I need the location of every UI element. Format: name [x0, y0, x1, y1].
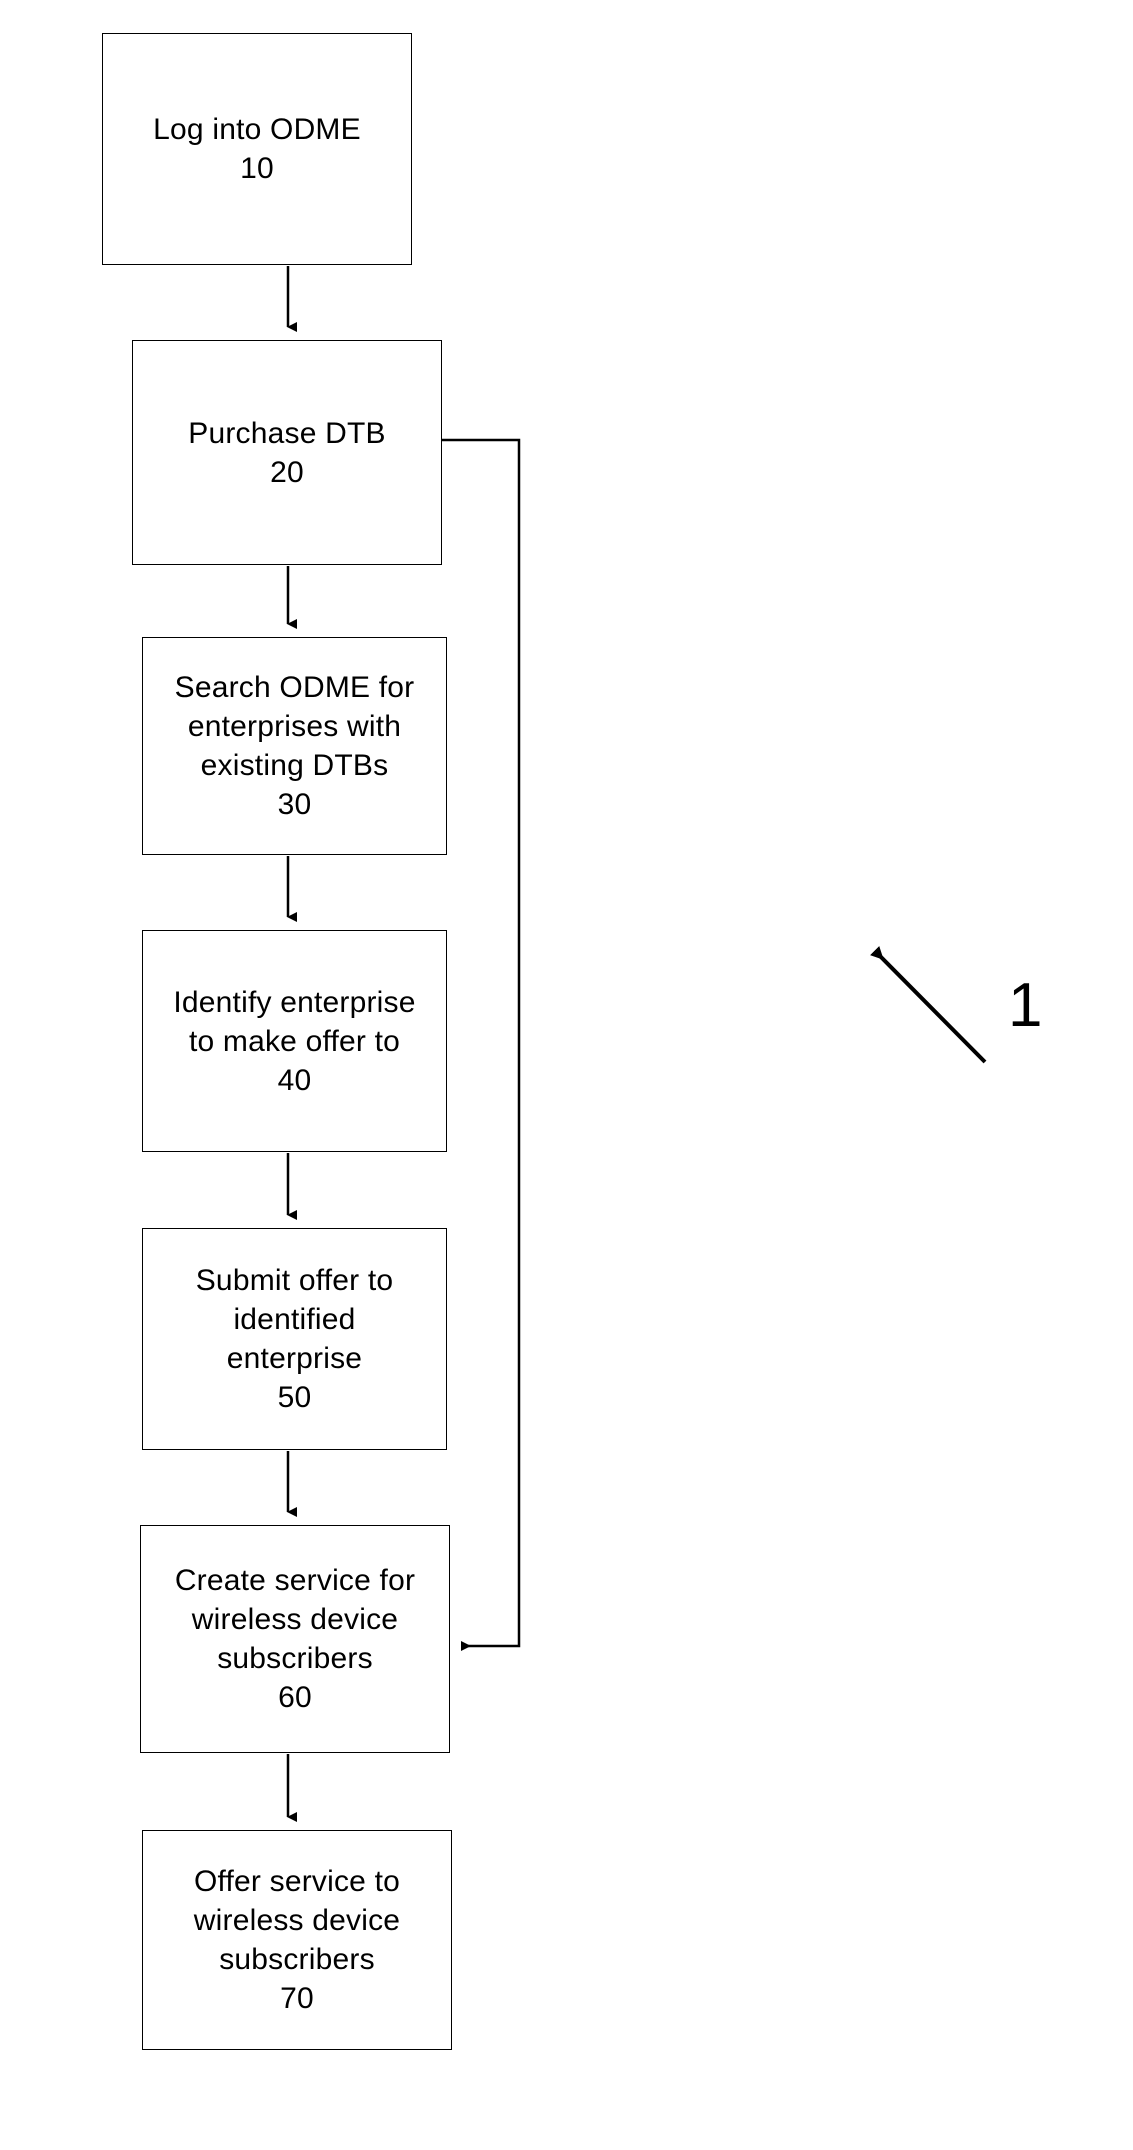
process-box-step-40[interactable]: Identify enterprise to make offer to 40 — [142, 930, 447, 1152]
process-box-step-60-text: Create service for wireless device subsc… — [174, 1564, 416, 1675]
process-box-step-40-text: Identify enterprise to make offer to — [173, 985, 416, 1058]
process-box-step-30[interactable]: Search ODME for enterprises with existin… — [142, 637, 447, 855]
process-box-step-30-ref: 30 — [277, 788, 312, 821]
figure-callout-arrow — [869, 946, 987, 1064]
figure-reference-numeral: 1 — [1008, 971, 1043, 1040]
process-box-step-70-text: Offer service to wireless device subscri… — [193, 1865, 401, 1976]
process-box-step-10-ref: 10 — [240, 152, 274, 185]
process-box-step-70-ref: 70 — [280, 1982, 314, 2015]
process-box-step-20[interactable]: Purchase DTB 20 — [132, 340, 442, 565]
connector-20-60-feedback — [442, 438, 521, 1651]
process-box-step-60-ref: 60 — [278, 1681, 312, 1714]
process-box-step-50-ref: 50 — [277, 1381, 312, 1414]
process-box-step-20-ref: 20 — [270, 455, 304, 489]
process-box-step-50-text: Submit offer to identified enterprise — [195, 1264, 394, 1375]
process-box-step-10[interactable]: Log into ODME 10 — [102, 33, 412, 265]
process-box-step-10-text: Log into ODME — [153, 113, 361, 146]
process-box-step-30-text: Search ODME for enterprises with existin… — [174, 671, 415, 782]
process-box-step-20-text: Purchase DTB — [188, 416, 386, 450]
process-box-step-60[interactable]: Create service for wireless device subsc… — [140, 1525, 450, 1753]
process-box-step-50[interactable]: Submit offer to identified enterprise 50 — [142, 1228, 447, 1450]
patent-flowchart-figure: Log into ODME 10 Purchase DTB 20 Search … — [0, 0, 1133, 2150]
process-box-step-70[interactable]: Offer service to wireless device subscri… — [142, 1830, 452, 2050]
process-box-step-40-ref: 40 — [277, 1063, 312, 1097]
